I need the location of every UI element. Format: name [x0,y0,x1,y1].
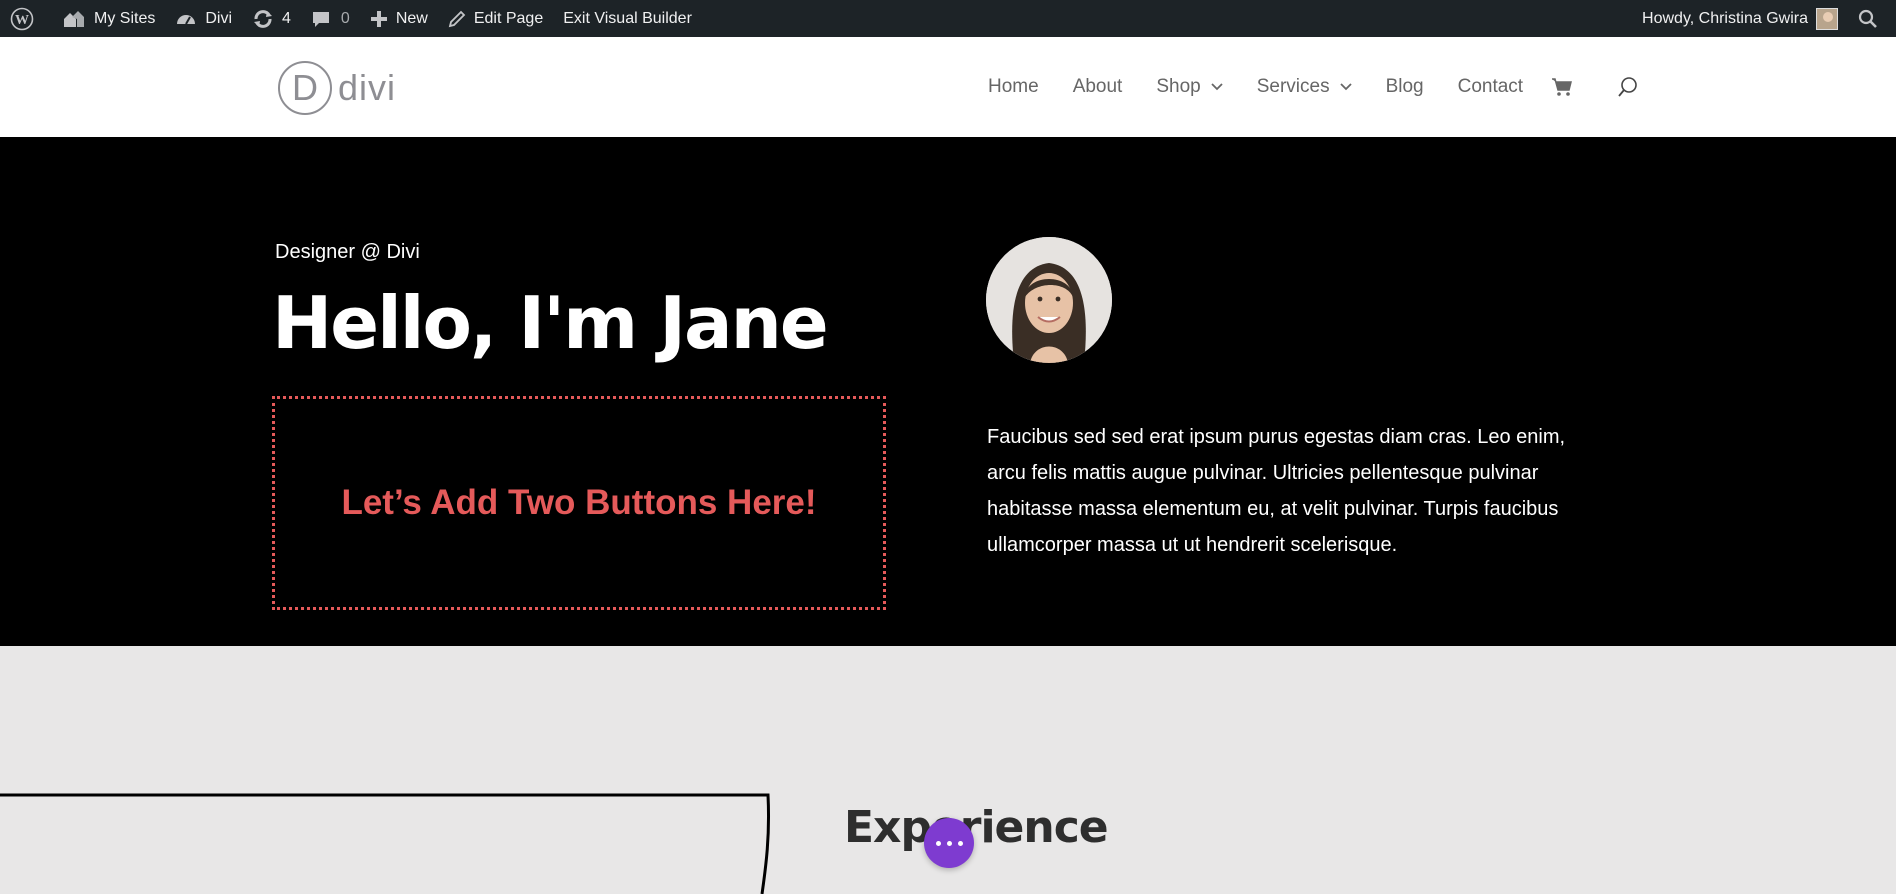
comments-button[interactable]: 0 [301,0,360,37]
hero-subtitle: Designer @ Divi [275,241,420,263]
edit-page-label: Edit Page [473,9,544,27]
cart-button[interactable] [1551,77,1573,97]
dot [957,840,963,846]
cart-icon [1552,78,1573,96]
nav-item-about[interactable]: About [1073,76,1123,98]
chevron-down-icon [1339,83,1352,91]
nav-item-contact[interactable]: Contact [1458,76,1523,98]
nav-item-shop[interactable]: Shop [1156,76,1223,98]
site-name-menu[interactable]: Divi [165,0,242,37]
howdy-label: Howdy, Christina Gwira [1642,9,1808,27]
nav-label: Contact [1457,76,1524,97]
new-label: New [395,9,428,27]
updates-count: 4 [282,9,291,27]
nav-item-home[interactable]: Home [988,76,1039,98]
wordpress-icon: W [10,7,34,30]
search-icon [1618,77,1637,97]
experience-section: Experience [0,646,1896,894]
plus-icon [370,10,387,27]
profile-photo [986,237,1112,363]
pencil-icon [448,10,466,27]
placeholder-text: Let’s Add Two Buttons Here! [341,483,817,522]
nav-label: Blog [1385,76,1424,97]
sites-icon [64,10,84,27]
comment-icon [312,11,329,27]
new-content-menu[interactable]: New [360,0,438,37]
exit-visual-builder-label: Exit Visual Builder [563,9,692,27]
decorative-outline-shape [0,793,771,894]
site-name-label: Divi [205,9,233,27]
comments-count: 0 [340,9,350,27]
dot [946,840,952,846]
experience-heading: Experience [844,802,1109,853]
nav-label: About [1072,76,1123,97]
button-placeholder-box[interactable]: Let’s Add Two Buttons Here! [272,396,886,610]
nav-item-blog[interactable]: Blog [1386,76,1424,98]
chevron-down-icon [1211,83,1223,91]
svg-text:W: W [15,13,29,28]
main-nav: Home About Shop Services Blog Contact [988,37,1639,137]
logo-text: divi [338,67,397,108]
admin-bar: W My Sites Divi 4 0 New Edit Page Exit V… [0,0,1896,37]
admin-search-button[interactable] [1848,0,1896,37]
updates-icon [254,9,273,28]
site-logo[interactable]: D divi [278,61,396,115]
my-sites-label: My Sites [94,9,156,27]
user-account-menu[interactable]: Howdy, Christina Gwira [1632,0,1848,37]
dot [935,840,941,846]
profile-photo-image [986,237,1112,363]
nav-item-services[interactable]: Services [1257,76,1352,98]
logo-letter: D [292,67,318,108]
hero-section: Designer @ Divi Hello, I'm Jane Let’s Ad… [0,137,1896,646]
search-icon [1858,9,1877,28]
hero-headline: Hello, I'm Jane [272,281,829,365]
updates-button[interactable]: 4 [242,0,301,37]
nav-label: Services [1256,76,1330,97]
nav-label: Home [988,76,1039,97]
header-search-button[interactable] [1617,76,1639,98]
dashboard-icon [177,14,196,24]
wordpress-logo-button[interactable]: W [0,0,52,37]
site-header: D divi Home About Shop Services Blog Con… [0,37,1896,137]
exit-visual-builder-button[interactable]: Exit Visual Builder [553,0,702,37]
logo-mark: D [278,61,332,115]
hero-bio: Faucibus sed sed erat ipsum purus egesta… [987,426,1566,556]
user-avatar [1816,7,1838,30]
nav-label: Shop [1156,76,1201,97]
my-sites-menu[interactable]: My Sites [52,0,165,37]
edit-page-button[interactable]: Edit Page [438,0,553,37]
builder-options-button[interactable] [924,818,974,868]
